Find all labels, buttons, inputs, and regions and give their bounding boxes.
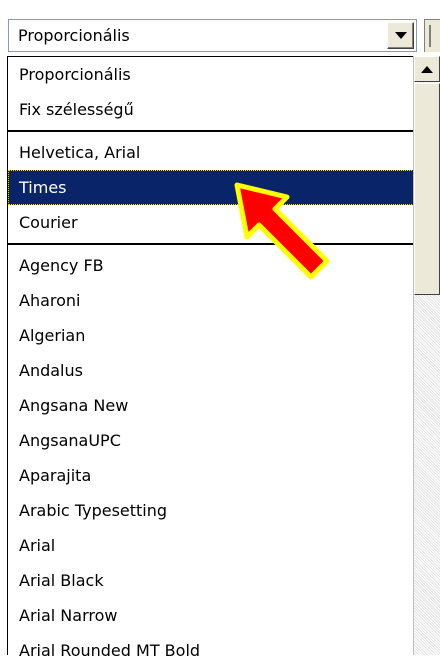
vertical-scrollbar[interactable] xyxy=(413,56,440,655)
font-family-select[interactable]: Proporcionális xyxy=(8,19,417,52)
font-dropdown-list: Proporcionális Fix szélességű Helvetica,… xyxy=(7,56,440,660)
list-item[interactable]: Proporcionális xyxy=(8,57,440,92)
chevron-down-icon xyxy=(394,32,407,39)
adjacent-control-divider xyxy=(429,25,431,47)
list-separator xyxy=(8,243,416,245)
font-family-select-value: Proporcionális xyxy=(18,26,130,45)
list-item[interactable]: Angsana New xyxy=(8,388,440,423)
toolbar: Proporcionális xyxy=(0,0,440,56)
list-item[interactable]: Arial Narrow xyxy=(8,598,440,633)
list-item[interactable]: Arial Black xyxy=(8,563,440,598)
list-item-selected[interactable]: Times xyxy=(8,170,440,205)
scroll-up-button[interactable] xyxy=(414,56,440,82)
list-item[interactable]: Aharoni xyxy=(8,283,440,318)
scrollbar-thumb[interactable] xyxy=(414,83,440,295)
list-item[interactable]: Arial xyxy=(8,528,440,563)
dropdown-button[interactable] xyxy=(387,22,414,49)
list-item[interactable]: Helvetica, Arial xyxy=(8,135,440,170)
list-item[interactable]: Andalus xyxy=(8,353,440,388)
list-item[interactable]: Algerian xyxy=(8,318,440,353)
list-item[interactable]: Aparajita xyxy=(8,458,440,493)
scroll-up-arrow-icon xyxy=(421,65,433,73)
adjacent-control-edge[interactable] xyxy=(424,19,440,52)
list-item[interactable]: AngsanaUPC xyxy=(8,423,440,458)
list-separator xyxy=(8,130,416,132)
list-item[interactable]: Arial Rounded MT Bold xyxy=(8,633,440,668)
list-item[interactable]: Fix szélességű xyxy=(8,92,440,127)
list-item[interactable]: Courier xyxy=(8,205,440,240)
list-item[interactable]: Agency FB xyxy=(8,248,440,283)
list-item[interactable]: Arabic Typesetting xyxy=(8,493,440,528)
